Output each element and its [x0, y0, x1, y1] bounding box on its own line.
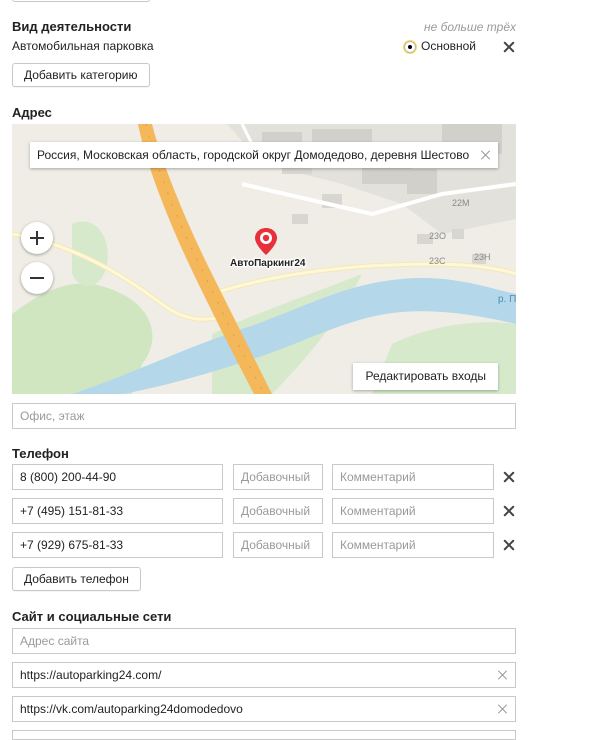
add-category-button[interactable]: Добавить категорию	[12, 63, 150, 87]
primary-category-radio[interactable]	[404, 41, 416, 53]
social-link-input[interactable]	[12, 662, 516, 688]
map-label-river: р. П	[498, 294, 516, 305]
map-address-text: Россия, Московская область, городской ок…	[37, 148, 470, 162]
address-section-title: Адрес	[12, 105, 52, 120]
phone-number-input[interactable]	[12, 464, 223, 490]
site-address-input[interactable]	[12, 628, 516, 654]
next-field-edge[interactable]	[12, 730, 516, 740]
phone-number-input[interactable]	[12, 532, 223, 558]
phone-number-input[interactable]	[12, 498, 223, 524]
social-link-input[interactable]	[12, 696, 516, 722]
phone-extension-input[interactable]	[233, 498, 323, 524]
phone-section-title: Телефон	[12, 446, 69, 461]
zoom-in-button[interactable]	[21, 222, 53, 254]
remove-phone-icon[interactable]	[501, 469, 517, 485]
map[interactable]: 22М 23О 23С 23Н р. П АвтоПаркинг24 Росси…	[12, 124, 516, 394]
primary-category-label[interactable]: Основной	[421, 39, 476, 53]
phone-comment-input[interactable]	[332, 498, 494, 524]
remove-link-icon[interactable]	[497, 703, 509, 715]
remove-phone-icon[interactable]	[501, 503, 517, 519]
phone-comment-input[interactable]	[332, 532, 494, 558]
map-label-23c: 23С	[429, 256, 446, 266]
activity-section-title: Вид деятельности	[12, 19, 132, 34]
map-label-22m: 22М	[452, 198, 470, 208]
office-floor-input[interactable]	[12, 403, 516, 429]
phone-extension-input[interactable]	[233, 532, 323, 558]
add-phone-button[interactable]: Добавить телефон	[12, 567, 141, 591]
edit-entries-button[interactable]: Редактировать входы	[353, 363, 498, 390]
category-limit-hint: не больше трёх	[423, 20, 516, 34]
map-address-bar[interactable]: Россия, Московская область, городской ок…	[30, 142, 498, 168]
remove-link-icon[interactable]	[497, 669, 509, 681]
category-name: Автомобильная парковка	[12, 39, 154, 53]
phone-extension-input[interactable]	[233, 464, 323, 490]
phone-comment-input[interactable]	[332, 464, 494, 490]
remove-phone-icon[interactable]	[501, 537, 517, 553]
clear-address-icon[interactable]	[480, 149, 492, 161]
map-marker-icon[interactable]	[255, 228, 277, 255]
map-label-23o: 23О	[429, 231, 446, 241]
remove-category-icon[interactable]	[501, 39, 517, 55]
map-label-23n: 23Н	[474, 252, 491, 262]
sites-section-title: Сайт и социальные сети	[12, 609, 172, 624]
map-marker-label: АвтоПаркинг24	[230, 258, 306, 269]
previous-button-edge[interactable]	[12, 0, 150, 2]
zoom-out-button[interactable]	[21, 262, 53, 294]
